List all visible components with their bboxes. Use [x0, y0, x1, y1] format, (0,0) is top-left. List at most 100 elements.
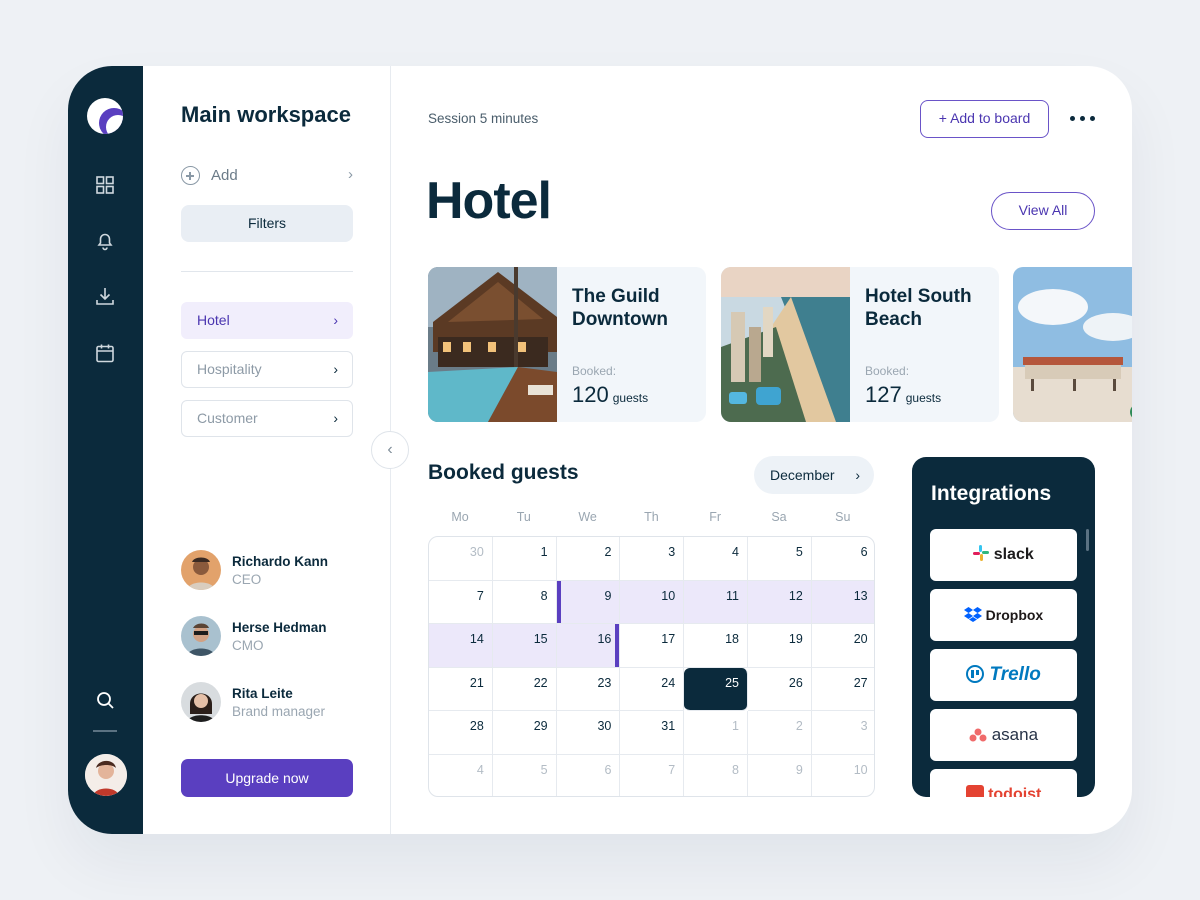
calendar-day[interactable]: 8: [492, 580, 557, 625]
calendar-day[interactable]: 30: [429, 537, 493, 581]
team-member[interactable]: Rita Leite Brand manager: [181, 682, 381, 726]
member-role: CMO: [232, 638, 264, 653]
calendar-day[interactable]: 11: [684, 580, 748, 625]
calendar-day[interactable]: 26: [748, 667, 812, 712]
avatar: [181, 616, 221, 656]
hotel-card[interactable]: Hotel South Beach Booked: 127 guests: [721, 267, 999, 422]
calendar-day[interactable]: 3: [811, 711, 874, 755]
plus-icon: +: [938, 110, 947, 126]
calendar-day[interactable]: 24: [620, 667, 685, 712]
hotel-card[interactable]: The Guild Downtown Booked: 120 guests: [428, 267, 706, 422]
calendar-day[interactable]: 8: [684, 755, 748, 796]
chevron-right-icon: ›: [855, 467, 860, 483]
calendar-day[interactable]: 16: [556, 624, 621, 668]
calendar-day[interactable]: 4: [429, 755, 493, 796]
page-title: Hotel: [426, 172, 552, 230]
team-member[interactable]: Herse Hedman CMO: [181, 616, 381, 660]
integration-asana[interactable]: asana: [930, 709, 1077, 761]
member-role: Brand manager: [232, 704, 326, 719]
calendar-day[interactable]: 3: [620, 537, 685, 581]
calendar-icon[interactable]: [94, 342, 116, 364]
calendar-grid: 30 1 2 3 4 5 6 7 8 9 10 11 12 13 14 15 16 17 18 19 20 21 22 23 2…: [428, 536, 875, 797]
calendar-day[interactable]: 7: [620, 755, 685, 796]
calendar-day[interactable]: 19: [748, 624, 812, 668]
calendar-day[interactable]: 15: [492, 624, 557, 668]
calendar-day[interactable]: 10: [812, 755, 874, 796]
search-icon[interactable]: [94, 689, 116, 711]
calendar-day[interactable]: 9: [748, 755, 812, 796]
integration-todoist[interactable]: todoist: [930, 769, 1077, 797]
calendar-day[interactable]: 4: [684, 537, 748, 581]
calendar-day[interactable]: 23: [556, 667, 621, 712]
nav-item-customer[interactable]: Customer ›: [181, 400, 353, 437]
calendar-day[interactable]: 5: [493, 755, 557, 796]
calendar-day[interactable]: 30: [556, 711, 621, 755]
calendar-day[interactable]: 12: [748, 580, 812, 625]
todoist-icon: [965, 785, 988, 797]
integrations-scrollbar[interactable]: [1086, 529, 1089, 551]
hotel-photo: [721, 267, 850, 422]
nav-item-hospitality[interactable]: Hospitality ›: [181, 351, 353, 388]
calendar-day[interactable]: 17: [620, 624, 685, 668]
calendar-day[interactable]: 6: [811, 537, 874, 581]
add-item-row[interactable]: Add ›: [181, 166, 353, 186]
guest-count: 127 guests: [865, 382, 942, 407]
avatar: [181, 682, 221, 722]
weekday-label: We: [578, 510, 597, 524]
nav-item-hotel[interactable]: Hotel ›: [181, 302, 353, 339]
app-logo[interactable]: [87, 98, 123, 134]
calendar-day[interactable]: 6: [557, 755, 621, 796]
calendar-day[interactable]: 14: [429, 624, 493, 668]
member-name: Richardo Kann: [232, 554, 329, 569]
integration-label: todoist: [988, 786, 1042, 797]
view-all-button[interactable]: View All: [991, 192, 1095, 230]
calendar-day[interactable]: 2: [556, 537, 621, 581]
calendar-day[interactable]: 13: [811, 580, 874, 625]
filters-button[interactable]: Filters: [181, 205, 353, 242]
user-avatar[interactable]: [85, 754, 127, 796]
calendar-day[interactable]: 1: [684, 711, 748, 755]
calendar-day[interactable]: 22: [492, 667, 557, 712]
weekday-label: Th: [644, 510, 659, 524]
dashboard-icon[interactable]: [94, 174, 116, 196]
add-label: Add: [211, 167, 238, 184]
calendar-day[interactable]: 20: [811, 624, 874, 668]
calendar-day[interactable]: 21: [429, 667, 493, 712]
upgrade-button[interactable]: Upgrade now: [181, 759, 353, 797]
calendar-day[interactable]: 1: [492, 537, 557, 581]
team-member[interactable]: Richardo Kann CEO: [181, 550, 381, 594]
nav-item-label: Hotel: [197, 312, 230, 328]
bell-icon[interactable]: [94, 229, 116, 251]
session-status: Session 5 minutes: [428, 111, 539, 126]
weekday-label: Mo: [451, 510, 469, 524]
calendar-day[interactable]: 31: [620, 711, 685, 755]
member-name: Herse Hedman: [232, 620, 327, 635]
calendar-day[interactable]: 29: [492, 711, 557, 755]
calendar-day[interactable]: 27: [811, 668, 874, 712]
add-to-board-button[interactable]: + Add to board: [920, 100, 1049, 138]
avatar: [181, 550, 221, 590]
calendar-day[interactable]: 5: [748, 537, 812, 581]
integrations-panel: Integrations slack Dropbox Trello asana …: [912, 457, 1095, 797]
calendar-day[interactable]: 28: [429, 711, 493, 755]
chevron-right-icon: ›: [348, 166, 353, 183]
more-options-icon[interactable]: [1070, 116, 1100, 122]
calendar-day[interactable]: 9: [556, 580, 621, 625]
chevron-right-icon: ›: [333, 312, 338, 328]
asana-icon: [969, 725, 992, 744]
slack-icon: [973, 545, 993, 563]
dropbox-icon: [963, 607, 986, 623]
hotel-name: Hotel South Beach: [865, 286, 972, 330]
month-selector[interactable]: December ›: [754, 456, 874, 494]
divider: [181, 271, 353, 272]
integration-dropbox[interactable]: Dropbox: [930, 589, 1077, 641]
calendar-day[interactable]: 2: [748, 711, 812, 755]
calendar-day[interactable]: 7: [429, 580, 493, 625]
hotel-card[interactable]: [1013, 267, 1132, 422]
calendar-day[interactable]: 10: [620, 580, 685, 625]
integration-slack[interactable]: slack: [930, 529, 1077, 581]
calendar-day-selected[interactable]: 25: [684, 667, 748, 712]
integration-trello[interactable]: Trello: [930, 649, 1077, 701]
calendar-day[interactable]: 18: [684, 624, 748, 668]
download-icon[interactable]: [94, 285, 116, 307]
